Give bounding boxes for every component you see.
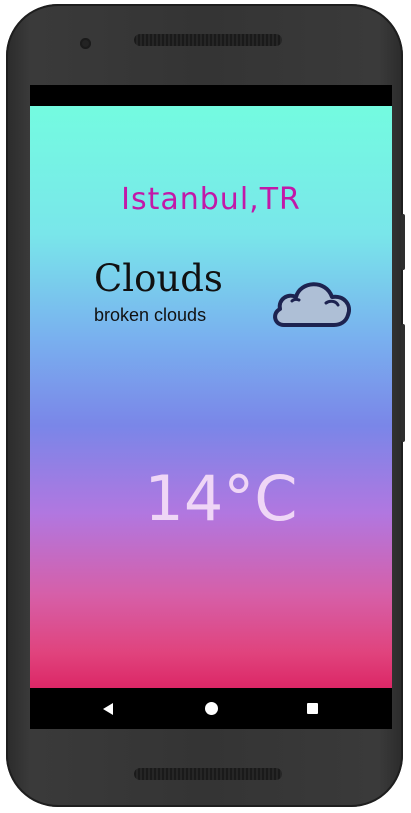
volume-button bbox=[401, 324, 405, 442]
back-icon bbox=[103, 702, 113, 715]
top-speaker bbox=[134, 34, 282, 46]
navigation-bar bbox=[30, 688, 392, 729]
bottom-speaker bbox=[134, 768, 282, 780]
screen: Istanbul,TR Clouds broken clouds 14°C bbox=[30, 85, 392, 729]
weather-screen: Istanbul,TR Clouds broken clouds 14°C bbox=[30, 106, 392, 688]
weather-condition: Clouds bbox=[94, 257, 223, 300]
weather-description: broken clouds bbox=[94, 305, 207, 325]
home-button[interactable] bbox=[191, 688, 231, 729]
recents-button[interactable] bbox=[292, 688, 332, 729]
home-icon bbox=[204, 702, 218, 715]
back-button[interactable] bbox=[88, 688, 128, 729]
status-bar bbox=[30, 85, 392, 106]
phone-frame: Istanbul,TR Clouds broken clouds 14°C bbox=[6, 4, 405, 807]
city-label: Istanbul,TR bbox=[121, 182, 301, 217]
front-camera bbox=[80, 38, 91, 49]
cloud-icon bbox=[273, 282, 351, 327]
temperature-readout: 14°C bbox=[144, 462, 298, 535]
recents-icon bbox=[306, 703, 318, 714]
power-button bbox=[401, 214, 405, 270]
